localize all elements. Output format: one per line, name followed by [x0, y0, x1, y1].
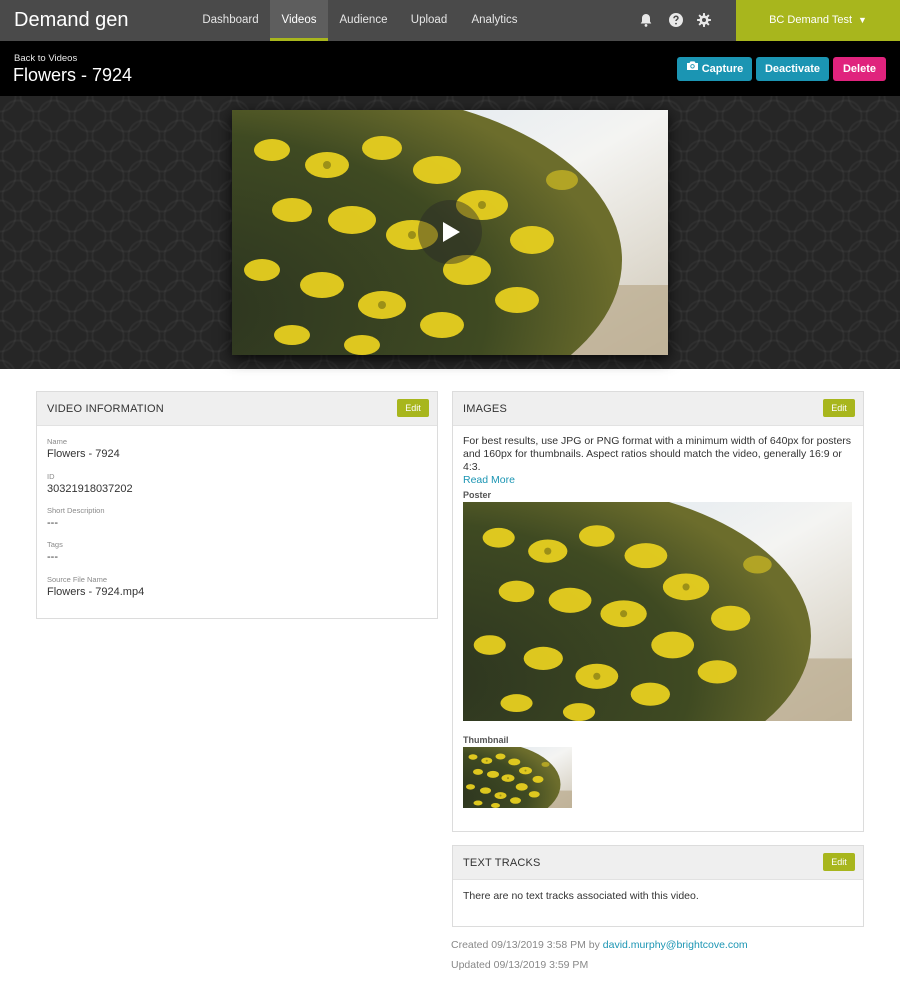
edit-text-tracks-button[interactable]: Edit	[823, 853, 855, 871]
edit-video-information-button[interactable]: Edit	[397, 399, 429, 417]
video-hero	[0, 96, 900, 369]
thumbnail-image[interactable]	[463, 747, 572, 808]
nav-tab-audience[interactable]: Audience	[328, 0, 399, 41]
play-button[interactable]	[418, 200, 482, 264]
title-bar: Back to Videos Flowers - 7924 Capture De…	[0, 41, 900, 96]
thumbnail-picture	[463, 747, 572, 808]
created-info: Created 09/13/2019 3:58 PM by david.murp…	[451, 939, 748, 951]
video-player[interactable]	[232, 110, 668, 355]
images-title: IMAGES	[463, 403, 507, 415]
bell-icon[interactable]	[638, 12, 654, 28]
field-label-tags: Tags	[47, 540, 63, 549]
nav-tab-upload[interactable]: Upload	[399, 0, 459, 41]
created-by-link[interactable]: david.murphy@brightcove.com	[603, 939, 748, 951]
chevron-down-icon: ▼	[858, 15, 867, 25]
capture-label: Capture	[701, 63, 744, 75]
app-brand[interactable]: Demand gen	[14, 9, 129, 32]
read-more-link[interactable]: Read More	[463, 474, 515, 486]
delete-button[interactable]: Delete	[833, 57, 886, 81]
poster-label: Poster	[463, 490, 492, 500]
account-menu[interactable]: BC Demand Test ▼	[736, 0, 900, 41]
nav-tab-videos[interactable]: Videos	[270, 0, 328, 41]
poster-image[interactable]	[463, 502, 852, 721]
capture-button[interactable]: Capture	[677, 57, 752, 81]
images-guidance: For best results, use JPG or PNG format …	[463, 435, 858, 487]
nav-tab-dashboard[interactable]: Dashboard	[191, 0, 270, 41]
gear-icon[interactable]	[696, 12, 712, 28]
field-label-name: Name	[47, 437, 68, 446]
play-icon	[443, 222, 460, 242]
created-text: Created 09/13/2019 3:58 PM by	[451, 939, 600, 951]
camera-icon	[686, 56, 699, 80]
images-header: IMAGES Edit	[453, 392, 863, 426]
help-icon[interactable]	[668, 12, 684, 28]
field-value-name: Flowers - 7924	[47, 448, 120, 460]
field-value-tags: ---	[47, 551, 58, 563]
video-information-header: VIDEO INFORMATION Edit	[37, 392, 437, 426]
field-label-short-description: Short Description	[47, 506, 105, 515]
text-tracks-empty-message: There are no text tracks associated with…	[463, 890, 699, 902]
video-information-card: VIDEO INFORMATION Edit Name Flowers - 79…	[36, 391, 438, 619]
thumbnail-label: Thumbnail	[463, 735, 509, 745]
images-card: IMAGES Edit For best results, use JPG or…	[452, 391, 864, 832]
images-guidance-text: For best results, use JPG or PNG format …	[463, 435, 852, 473]
field-value-source-file-name: Flowers - 7924.mp4	[47, 586, 145, 598]
video-information-title: VIDEO INFORMATION	[47, 403, 164, 415]
text-tracks-header: TEXT TRACKS Edit	[453, 846, 863, 880]
edit-images-button[interactable]: Edit	[823, 399, 855, 417]
field-label-source-file-name: Source File Name	[47, 575, 108, 584]
text-tracks-card: TEXT TRACKS Edit There are no text track…	[452, 845, 864, 927]
field-label-id: ID	[47, 472, 55, 481]
poster-picture	[463, 502, 852, 721]
text-tracks-title: TEXT TRACKS	[463, 857, 541, 869]
nav-tab-analytics[interactable]: Analytics	[459, 0, 530, 41]
field-value-id: 30321918037202	[47, 483, 133, 495]
field-value-short-description: ---	[47, 517, 58, 529]
top-nav: Demand gen Dashboard Videos Audience Upl…	[0, 0, 900, 41]
back-to-videos-link[interactable]: Back to Videos	[14, 53, 77, 64]
updated-info: Updated 09/13/2019 3:59 PM	[451, 959, 589, 971]
page-title: Flowers - 7924	[13, 65, 133, 85]
account-name: BC Demand Test	[769, 14, 853, 26]
deactivate-button[interactable]: Deactivate	[756, 57, 829, 81]
